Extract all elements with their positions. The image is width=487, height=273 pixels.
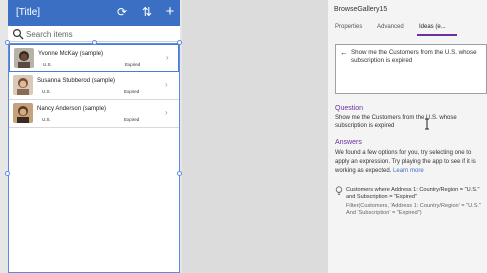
gallery-item[interactable]: Susanna Stubberod (sample) U.S. Expired … (9, 72, 179, 100)
gallery-item[interactable]: Yvonne McKay (sample) U.S. Expired › (9, 44, 179, 72)
item-name: Nancy Anderson (sample) (37, 106, 107, 112)
learn-more-link[interactable]: Learn more (393, 168, 424, 174)
item-country: U.S. (42, 89, 51, 94)
panel-title: BrowseGallery15 (334, 6, 388, 13)
design-canvas: [Title] ⟳ ⇅ + Search items Yvonne McKay … (0, 0, 328, 273)
item-status: Expired (124, 89, 140, 94)
app-header: [Title] ⟳ ⇅ + (8, 0, 180, 26)
properties-panel: BrowseGallery15 Properties Advanced Idea… (328, 0, 487, 273)
app-screen[interactable]: [Title] ⟳ ⇅ + Search items Yvonne McKay … (5, 0, 182, 273)
avatar (13, 103, 33, 123)
suggestion-description[interactable]: Customers where Address 1: Country/Regio… (346, 187, 484, 201)
ideas-query-input[interactable]: Show me the Customers from the U.S. whos… (351, 49, 483, 65)
question-heading: Question (335, 105, 364, 112)
answers-heading: Answers (335, 139, 362, 146)
chevron-right-icon[interactable]: › (166, 54, 174, 62)
search-input[interactable] (26, 27, 176, 41)
item-status: Expired (125, 62, 141, 67)
tab-ideas[interactable]: Ideas (e... (419, 24, 446, 30)
active-tab-indicator (417, 34, 457, 36)
search-icon (12, 28, 24, 40)
chevron-right-icon[interactable]: › (165, 109, 173, 117)
answers-text: We found a few options for you, try sele… (335, 149, 485, 176)
avatar (13, 75, 33, 95)
resize-handle[interactable] (5, 40, 10, 45)
tab-advanced[interactable]: Advanced (377, 24, 404, 30)
item-name: Yvonne McKay (sample) (38, 51, 104, 57)
text-cursor-icon (425, 118, 429, 130)
suggestion-formula[interactable]: Filter(Customers, 'Address 1: Country/Re… (346, 203, 484, 217)
browse-gallery[interactable]: Yvonne McKay (sample) U.S. Expired › Sus… (8, 43, 180, 273)
chevron-right-icon[interactable]: › (165, 81, 173, 89)
gallery-item[interactable]: Nancy Anderson (sample) U.S. Expired › (9, 100, 179, 128)
avatar (14, 48, 34, 68)
resize-handle[interactable] (5, 171, 10, 176)
lightbulb-icon (335, 186, 343, 195)
tab-properties[interactable]: Properties (335, 24, 362, 30)
item-name: Susanna Stubberod (sample) (37, 78, 116, 84)
sort-icon[interactable]: ⇅ (139, 4, 155, 20)
item-country: U.S. (42, 117, 51, 122)
app-title[interactable]: [Title] (16, 7, 40, 18)
arrow-left-icon[interactable]: ← (340, 48, 348, 57)
add-icon[interactable]: + (162, 4, 178, 20)
refresh-icon[interactable]: ⟳ (114, 4, 130, 20)
resize-handle[interactable] (177, 40, 182, 45)
item-status: Expired (124, 117, 140, 122)
ideas-query-box[interactable]: ← Show me the Customers from the U.S. wh… (335, 44, 487, 94)
item-country: U.S. (43, 62, 52, 67)
question-text: Show me the Customers from the U.S. whos… (335, 115, 457, 129)
resize-handle[interactable] (177, 171, 182, 176)
canvas-background (182, 0, 328, 273)
resize-handle[interactable] (92, 40, 97, 45)
